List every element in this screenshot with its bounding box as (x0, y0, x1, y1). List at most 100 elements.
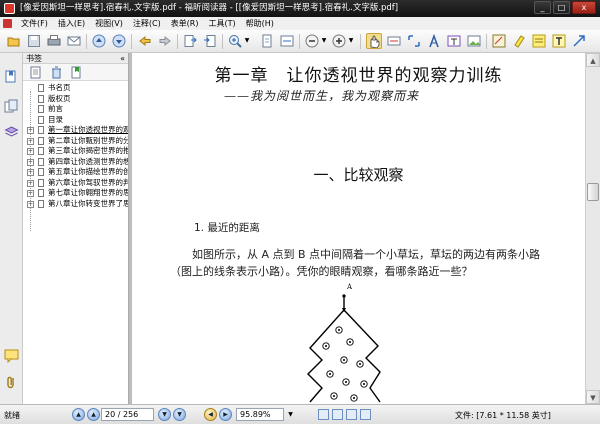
bookmark-label: 第一章让你透视世界的观察力训练 (48, 125, 128, 136)
expand-icon[interactable]: + (27, 169, 34, 176)
expand-icon[interactable]: + (27, 179, 34, 187)
scroll-down-icon[interactable]: ▼ (586, 390, 600, 404)
bookmark-label: 版权页 (48, 93, 71, 103)
bookmark-item[interactable]: + 第七章让你翱翔世界的思维力训练 (23, 188, 128, 199)
app-logo-icon (4, 3, 15, 14)
forward-icon[interactable] (157, 33, 173, 49)
zoom-level-input[interactable]: 95.89% (236, 408, 284, 421)
add-bookmark-icon[interactable] (70, 66, 83, 79)
maximize-button[interactable]: □ (553, 1, 570, 14)
highlight-icon[interactable] (511, 33, 527, 49)
next-page-icon[interactable] (111, 33, 127, 49)
facing-view-icon[interactable] (346, 409, 357, 420)
pages-panel-icon[interactable] (4, 99, 19, 114)
typewriter-icon[interactable] (426, 33, 442, 49)
callout-icon[interactable] (491, 33, 507, 49)
bookmark-item[interactable]: + 第六章让你驾驭世界的判断力训练 (23, 178, 128, 189)
scroll-thumb[interactable] (587, 183, 599, 201)
extract-page-icon[interactable] (182, 33, 198, 49)
menu-form[interactable]: 表单(R) (166, 17, 204, 30)
expand-icon[interactable]: + (27, 148, 34, 155)
zoom-dropdown-icon[interactable]: ▼ (243, 33, 251, 49)
vertical-scrollbar[interactable]: ▲ ▼ (585, 53, 600, 404)
body-paragraph: 如图所示，从 A 点到 B 点中间隔着一个小草坛，草坛的两边有两条小路（图上的线… (170, 248, 541, 278)
status-bar: 就绪 ▲ ▲ 20 / 256 ▼ ▼ ◀ ▶ 95.89% ▼ 文件: [7.… (0, 404, 600, 424)
bookmark-item[interactable]: 目录 (23, 115, 128, 126)
note-icon[interactable] (531, 33, 547, 49)
insert-page-icon[interactable] (202, 33, 218, 49)
panel-title: 书签 (26, 54, 42, 63)
menu-tools[interactable]: 工具(T) (204, 17, 241, 30)
zoom-out-icon[interactable] (304, 33, 320, 49)
expand-icon[interactable]: + (27, 127, 34, 134)
back-icon[interactable] (137, 33, 153, 49)
last-page-icon[interactable]: ▼ (173, 408, 186, 421)
zoom-options-icon[interactable]: ▼ (286, 408, 295, 421)
image-icon[interactable] (466, 33, 482, 49)
chapter-title: 第一章 让你透视世界的观察力训练 (214, 66, 503, 86)
first-page-icon[interactable]: ▲ (72, 408, 85, 421)
expand-icon[interactable]: + (27, 137, 34, 145)
bookmark-item[interactable]: + 第二章让你甄别世界的分析力训练 (23, 136, 128, 147)
bookmark-label: 第三章让你揭密世界的推理力训练 (48, 146, 128, 155)
figure-label-a: A (347, 283, 353, 291)
go-back-icon[interactable]: ◀ (204, 408, 217, 421)
previous-page-button-icon[interactable]: ▲ (87, 408, 100, 421)
next-page-button-icon[interactable]: ▼ (158, 408, 171, 421)
fit-page-icon[interactable] (259, 33, 275, 49)
close-button[interactable]: x (572, 1, 596, 14)
expand-icon[interactable]: + (27, 200, 34, 208)
menu-insert[interactable]: 插入(E) (53, 17, 90, 30)
save-icon[interactable] (26, 33, 42, 49)
bookmark-item[interactable]: + 第三章让你揭密世界的推理力训练 (23, 146, 128, 157)
bookmark-item[interactable]: + 第一章让你透视世界的观察力训练 (23, 125, 128, 136)
hand-tool-icon[interactable] (366, 33, 382, 49)
fit-width-icon[interactable] (279, 33, 295, 49)
collapse-panel-button[interactable]: « (120, 53, 125, 64)
menu-view[interactable]: 视图(V) (90, 17, 128, 30)
bookmark-item[interactable]: 版权页 (23, 94, 128, 105)
document-menu-icon[interactable] (3, 19, 12, 28)
navigation-strip (0, 53, 23, 404)
menu-help[interactable]: 帮助(H) (241, 17, 279, 30)
bookmark-tools (23, 64, 128, 81)
bookmark-options-icon[interactable] (29, 66, 42, 79)
menu-comment[interactable]: 注释(C) (128, 17, 166, 30)
page-number-input[interactable]: 20 / 256 (101, 408, 154, 421)
arrow-icon[interactable] (571, 33, 587, 49)
zoom-in-icon[interactable] (331, 33, 347, 49)
menu-file[interactable]: 文件(F) (16, 17, 53, 30)
expand-icon[interactable]: + (27, 158, 34, 166)
snapshot-icon[interactable] (406, 33, 422, 49)
previous-page-icon[interactable] (91, 33, 107, 49)
layers-panel-icon[interactable] (4, 125, 19, 140)
text-icon[interactable] (551, 33, 567, 49)
zoom-in-tool-icon[interactable] (227, 33, 243, 49)
zoom-in-dropdown-icon[interactable]: ▼ (347, 33, 355, 49)
expand-icon[interactable]: + (27, 190, 34, 197)
single-page-view-icon[interactable] (318, 409, 329, 420)
bookmark-item[interactable]: + 第五章让你描绘世界的创造力训练 (23, 167, 128, 178)
comments-panel-icon[interactable] (4, 348, 19, 364)
continuous-facing-view-icon[interactable] (360, 409, 371, 420)
select-text-icon[interactable] (386, 33, 402, 49)
email-icon[interactable] (66, 33, 82, 49)
scroll-up-icon[interactable]: ▲ (586, 53, 600, 67)
go-forward-icon[interactable]: ▶ (219, 408, 232, 421)
file-info: 文件: [7.61 * 11.58 英寸] (455, 411, 551, 420)
attachments-panel-icon[interactable] (4, 375, 19, 390)
delete-bookmark-icon[interactable] (50, 66, 63, 79)
continuous-view-icon[interactable] (332, 409, 343, 420)
zoom-out-dropdown-icon[interactable]: ▼ (320, 33, 328, 49)
document-view[interactable]: 第一章 让你透视世界的观察力训练 ——我为阅世而生，我为观察而来 一、比较观察 … (132, 53, 585, 404)
bookmark-label: 第二章让你甄别世界的分析力训练 (48, 135, 128, 145)
minimize-button[interactable]: _ (534, 1, 551, 14)
open-icon[interactable] (6, 33, 22, 49)
bookmark-item[interactable]: + 第四章让你透测世界的想象力训练 (23, 157, 128, 168)
text-box-icon[interactable] (446, 33, 462, 49)
bookmarks-panel-icon[interactable] (4, 69, 19, 84)
bookmark-item[interactable]: + 第八章让你转变世界了思维方式训练 (23, 199, 128, 210)
bookmark-item[interactable]: 前言 (23, 104, 128, 115)
bookmark-item[interactable]: 书名页 (23, 83, 128, 94)
print-icon[interactable] (46, 33, 62, 49)
